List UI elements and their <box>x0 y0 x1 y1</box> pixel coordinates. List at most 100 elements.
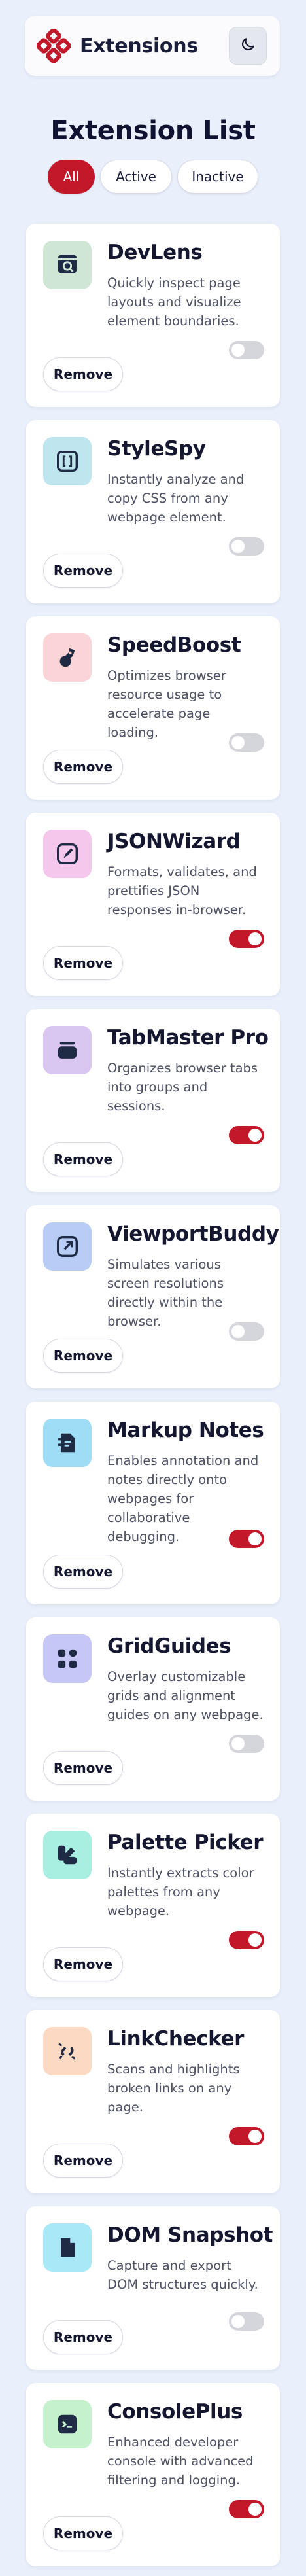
extension-toggle[interactable] <box>229 1126 264 1144</box>
inspect-icon <box>58 255 77 273</box>
toggle-knob <box>248 1933 262 1947</box>
remove-button[interactable]: Remove <box>43 946 123 980</box>
remove-button[interactable]: Remove <box>43 2320 123 2354</box>
extension-description: Enhanced developer console with advanced… <box>107 2435 254 2488</box>
filter-inactive-button[interactable]: Inactive <box>177 160 258 194</box>
toggle-knob <box>248 932 262 945</box>
extension-card: JSONWizard Formats, validates, and pretti… <box>26 813 280 996</box>
extension-toggle[interactable] <box>229 2500 264 2518</box>
extension-icon-tile <box>43 830 92 878</box>
extension-name: ViewportBuddy <box>107 1222 279 1246</box>
app-title: Extensions <box>80 34 198 58</box>
css-brackets-icon <box>57 451 78 472</box>
extension-description: Optimizes browser resource usage to acce… <box>107 668 226 740</box>
extension-description: Scans and highlights broken links on any… <box>107 2062 240 2115</box>
extension-description: Instantly extracts color palettes from a… <box>107 1865 254 1918</box>
extension-description: Instantly analyze and copy CSS from any … <box>107 472 245 525</box>
toggle-knob <box>231 1737 245 1750</box>
remove-button[interactable]: Remove <box>43 357 123 391</box>
extension-toggle[interactable] <box>229 1735 264 1753</box>
filter-all-button[interactable]: All <box>48 160 95 194</box>
extension-icon-tile <box>43 2027 92 2075</box>
extension-name: GridGuides <box>107 1634 231 1658</box>
terminal-icon <box>58 2414 77 2434</box>
extension-icon-tile <box>43 1419 92 1467</box>
extension-name: StyleSpy <box>107 437 206 461</box>
remove-button[interactable]: Remove <box>43 554 123 588</box>
remove-button[interactable]: Remove <box>43 750 123 784</box>
remove-button[interactable]: Remove <box>43 1339 123 1373</box>
extension-icon-tile <box>43 1222 92 1271</box>
note-icon <box>58 1433 75 1453</box>
grid-icon <box>58 1649 77 1668</box>
extension-card: TabMaster Pro Organizes browser tabs into… <box>26 1009 280 1192</box>
extension-icon-tile <box>43 241 92 289</box>
remove-button[interactable]: Remove <box>43 2144 123 2178</box>
extension-icon-tile <box>43 633 92 682</box>
remove-button[interactable]: Remove <box>43 2516 123 2550</box>
broken-link-icon <box>58 2043 76 2060</box>
extension-name: LinkChecker <box>107 2027 244 2051</box>
extension-name: TabMaster Pro <box>107 1026 269 1050</box>
extension-name: ConsolePlus <box>107 2400 243 2424</box>
extension-card: StyleSpy Instantly analyze and copy CSS f… <box>26 420 280 603</box>
toggle-knob <box>231 540 245 553</box>
extension-name: DOM Snapshot <box>107 2223 273 2247</box>
toggle-knob <box>231 1325 245 1338</box>
extension-toggle[interactable] <box>229 1931 264 1949</box>
extension-card: DevLens Quickly inspect page layouts and … <box>26 224 280 407</box>
toggle-knob <box>248 2503 262 2516</box>
extension-card: Palette Picker Instantly extracts color p… <box>26 1814 280 1997</box>
extension-toggle[interactable] <box>229 930 264 948</box>
extension-card: SpeedBoost Optimizes browser resource usa… <box>26 616 280 800</box>
toggle-knob <box>248 1532 262 1545</box>
extension-card: LinkChecker Scans and highlights broken l… <box>26 2010 280 2193</box>
extension-card: Markup Notes Enables annotation and notes… <box>26 1402 280 1604</box>
extension-icon-tile <box>43 1634 92 1683</box>
extension-toggle[interactable] <box>229 733 264 752</box>
extension-name: DevLens <box>107 241 203 264</box>
extension-toggle[interactable] <box>229 341 264 359</box>
extension-card: ViewportBuddy Simulates various screen re… <box>26 1205 280 1388</box>
extension-toggle[interactable] <box>229 1530 264 1548</box>
remove-button[interactable]: Remove <box>43 1751 123 1785</box>
toggle-knob <box>231 2315 245 2328</box>
extension-toggle[interactable] <box>229 537 264 556</box>
external-link-icon <box>57 1236 78 1257</box>
moon-icon <box>239 36 256 56</box>
remove-button[interactable]: Remove <box>43 1142 123 1176</box>
code-edit-icon <box>57 843 78 864</box>
extension-icon-tile <box>43 437 92 485</box>
extension-name: Palette Picker <box>107 1831 264 1854</box>
extension-toggle[interactable] <box>229 1322 264 1341</box>
document-icon <box>61 2238 75 2257</box>
palette-icon <box>58 1845 77 1865</box>
theme-toggle-button[interactable] <box>229 27 267 65</box>
extension-description: Overlay customizable grids and alignment… <box>107 1669 264 1722</box>
extension-description: Organizes browser tabs into groups and s… <box>107 1061 258 1114</box>
extension-name: SpeedBoost <box>107 633 241 657</box>
filter-tabs: All Active Inactive <box>0 160 306 194</box>
rocket-icon <box>60 648 75 667</box>
extension-name: Markup Notes <box>107 1419 264 1442</box>
toggle-knob <box>248 2130 262 2143</box>
tab-stack-icon <box>58 1042 77 1059</box>
toggle-knob <box>231 736 245 749</box>
extension-toggle[interactable] <box>229 2312 264 2331</box>
extension-toggle[interactable] <box>229 2127 264 2145</box>
extension-icon-tile <box>43 2223 92 2272</box>
extension-icon-tile <box>43 1026 92 1074</box>
extension-card: ConsolePlus Enhanced developer console wi… <box>26 2383 280 2566</box>
remove-button[interactable]: Remove <box>43 1947 123 1981</box>
filter-active-button[interactable]: Active <box>100 160 172 194</box>
extension-name: JSONWizard <box>107 830 241 853</box>
extension-description: Capture and export DOM structures quickl… <box>107 2258 258 2292</box>
app-header: Extensions <box>25 16 280 76</box>
extension-description: Formats, validates, and prettifies JSON … <box>107 864 257 917</box>
page-title: Extension List <box>50 116 256 146</box>
extension-description: Quickly inspect page layouts and visuali… <box>107 275 241 328</box>
extension-card: DOM Snapshot Capture and export DOM struc… <box>26 2206 280 2370</box>
toggle-knob <box>248 1129 262 1142</box>
remove-button[interactable]: Remove <box>43 1555 123 1589</box>
toggle-knob <box>231 344 245 357</box>
